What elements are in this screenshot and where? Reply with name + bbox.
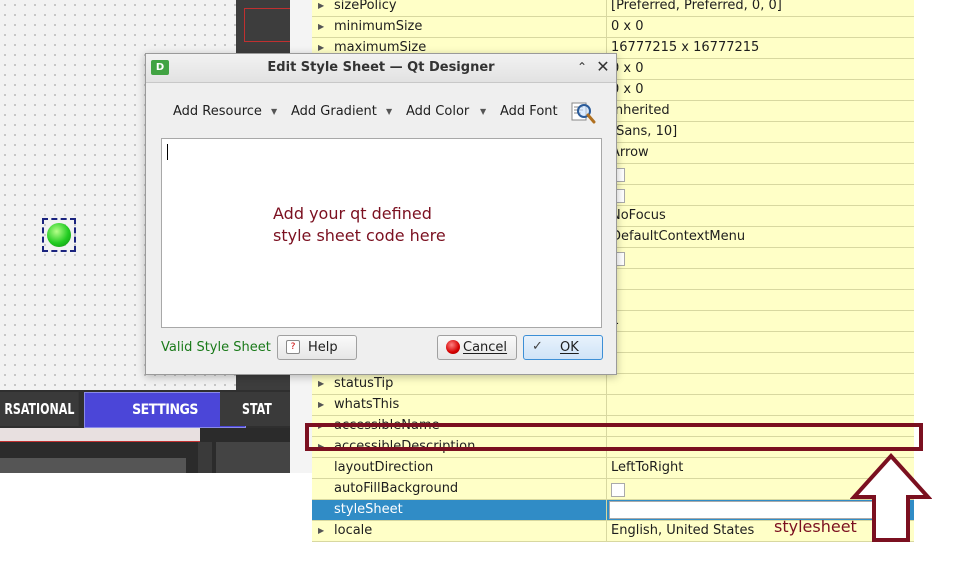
- column-divider: [606, 521, 607, 542]
- property-row[interactable]: ▶ sizePolicy [Preferred, Preferred, 0, 0]: [312, 0, 914, 17]
- property-row[interactable]: ▶ minimumSize 0 x 0: [312, 17, 914, 38]
- form-pane: [0, 458, 186, 473]
- property-name: minimumSize: [334, 19, 423, 34]
- column-divider: [606, 374, 607, 395]
- add-color-dropdown-icon[interactable]: ▼: [480, 107, 486, 116]
- add-resource-dropdown-icon[interactable]: ▼: [271, 107, 277, 116]
- edit-style-sheet-dialog: D Edit Style Sheet — Qt Designer ⌃ ✕ Add…: [145, 53, 617, 375]
- column-divider: [606, 0, 607, 17]
- help-book-icon: ?: [286, 340, 300, 354]
- validation-status: Valid Style Sheet: [161, 340, 271, 355]
- expand-arrow-icon[interactable]: ▶: [318, 43, 324, 52]
- property-name: styleSheet: [334, 502, 403, 517]
- help-button-label: Help: [308, 340, 338, 355]
- column-divider: [606, 479, 607, 500]
- expand-arrow-icon[interactable]: ▶: [318, 379, 324, 388]
- cancel-stop-icon: [446, 340, 460, 354]
- property-name: locale: [334, 523, 373, 538]
- expand-arrow-icon[interactable]: ▶: [318, 526, 324, 535]
- property-name: whatsThis: [334, 397, 400, 412]
- property-value[interactable]: Inherited: [611, 103, 670, 118]
- ok-button-label: OK: [560, 340, 579, 355]
- expand-arrow-icon[interactable]: ▶: [318, 1, 324, 10]
- property-value[interactable]: English, United States: [611, 523, 754, 538]
- cancel-button[interactable]: Cancel: [437, 335, 517, 360]
- ok-checkmark-icon: ✓: [532, 339, 543, 354]
- column-divider: [606, 500, 607, 521]
- form-side-pane: [216, 442, 290, 473]
- expand-arrow-icon[interactable]: ▶: [318, 400, 324, 409]
- property-value[interactable]: 0 x 0: [611, 19, 644, 34]
- column-divider: [606, 458, 607, 479]
- property-value[interactable]: [Preferred, Preferred, 0, 0]: [611, 0, 782, 13]
- form-tab-bar: RSATIONAL SETTINGS STAT: [0, 390, 294, 428]
- property-checkbox[interactable]: [611, 483, 625, 497]
- minimize-chevron-up-icon[interactable]: ⌃: [573, 58, 591, 76]
- property-value[interactable]: DefaultContextMenu: [611, 229, 745, 244]
- editor-hint-line-1: Add your qt defined: [273, 204, 432, 223]
- property-name: sizePolicy: [334, 0, 397, 13]
- ok-button[interactable]: ✓ OK: [523, 335, 603, 360]
- green-led-indicator: [47, 223, 71, 247]
- column-divider: [606, 17, 607, 38]
- stylesheet-annotation-label: stylesheet: [774, 517, 857, 536]
- form-scrollbar[interactable]: [198, 442, 212, 473]
- close-icon[interactable]: ✕: [594, 58, 612, 76]
- property-row[interactable]: autoFillBackground: [312, 479, 914, 500]
- tab-status[interactable]: STAT: [220, 392, 294, 426]
- add-font-button[interactable]: Add Font: [500, 104, 558, 119]
- widget-outline: [244, 8, 292, 42]
- editor-hint-line-2: style sheet code here: [273, 226, 446, 245]
- add-color-button[interactable]: Add Color: [406, 104, 469, 119]
- property-row[interactable]: ▶ whatsThis: [312, 395, 914, 416]
- property-row[interactable]: layoutDirection LeftToRight: [312, 458, 914, 479]
- help-button[interactable]: ? Help: [277, 335, 357, 360]
- property-value[interactable]: 16777215 x 16777215: [611, 40, 759, 55]
- property-value[interactable]: NoFocus: [611, 208, 666, 223]
- dialog-titlebar[interactable]: D Edit Style Sheet — Qt Designer ⌃ ✕: [146, 54, 616, 83]
- form-strip: [0, 428, 200, 442]
- property-name: layoutDirection: [334, 460, 434, 475]
- text-caret: [167, 144, 168, 160]
- style-sheet-text-editor[interactable]: Add your qt defined style sheet code her…: [161, 138, 602, 328]
- property-value[interactable]: LeftToRight: [611, 460, 683, 475]
- add-gradient-dropdown-icon[interactable]: ▼: [386, 107, 392, 116]
- font-magnifier-icon[interactable]: [570, 100, 596, 124]
- up-arrow-annotation-icon: [850, 453, 932, 542]
- tab-conversational[interactable]: RSATIONAL: [0, 392, 79, 426]
- add-gradient-button[interactable]: Add Gradient: [291, 104, 377, 119]
- cancel-button-label: Cancel: [463, 340, 508, 355]
- column-divider: [606, 395, 607, 416]
- stylesheet-highlight-box: [305, 423, 923, 451]
- add-resource-button[interactable]: Add Resource: [173, 104, 262, 119]
- property-value[interactable]: [Sans, 10]: [611, 124, 677, 139]
- selected-led-widget[interactable]: [42, 218, 76, 252]
- form-lower-area: [0, 428, 290, 473]
- property-name: autoFillBackground: [334, 481, 459, 496]
- property-name: statusTip: [334, 376, 394, 391]
- editor-hint: Add your qt defined style sheet code her…: [273, 203, 513, 247]
- property-row[interactable]: ▶ statusTip: [312, 374, 914, 395]
- expand-arrow-icon[interactable]: ▶: [318, 22, 324, 31]
- dialog-title: Edit Style Sheet — Qt Designer: [267, 60, 495, 75]
